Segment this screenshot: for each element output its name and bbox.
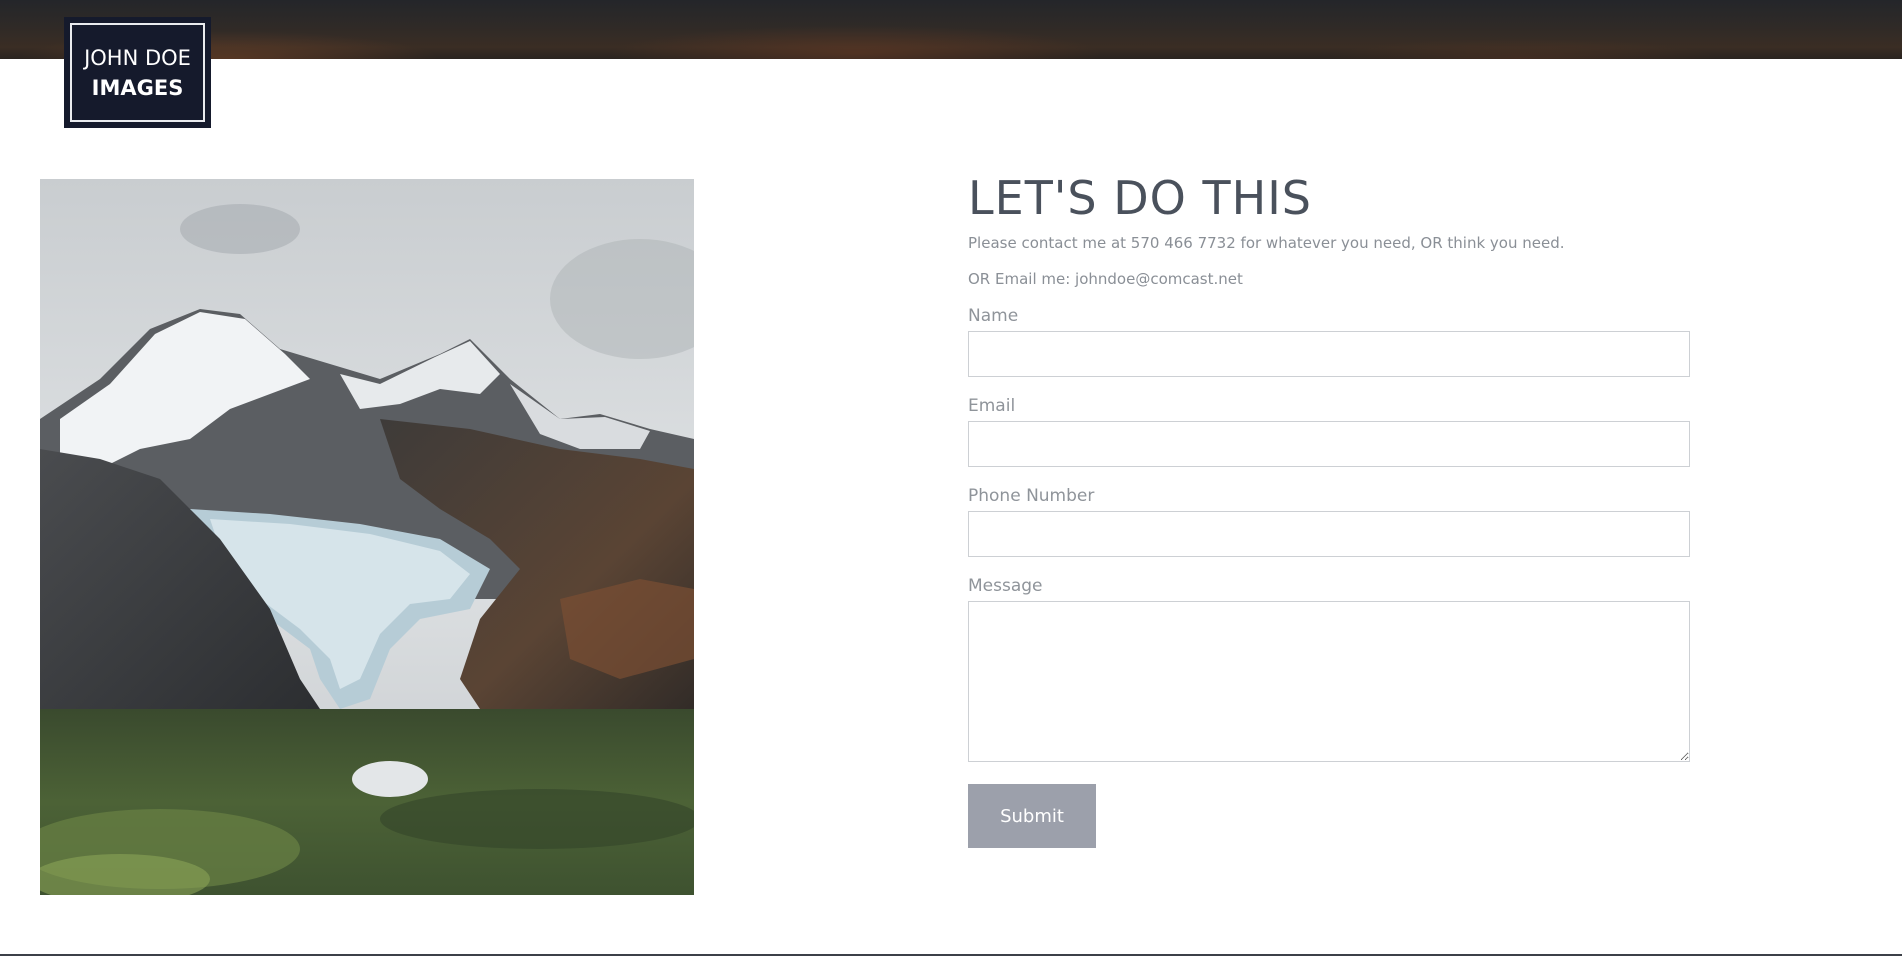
phone-field[interactable] <box>968 511 1690 557</box>
logo-text-name: JOHN DOE <box>84 45 191 70</box>
site-logo[interactable]: JOHN DOE IMAGES <box>64 17 211 128</box>
contact-email-text: OR Email me: johndoe@comcast.net <box>968 270 1243 288</box>
message-field[interactable] <box>968 601 1690 762</box>
logo-frame: JOHN DOE IMAGES <box>70 23 205 122</box>
logo-text-images: IMAGES <box>91 75 184 100</box>
message-label: Message <box>968 576 1043 596</box>
mountain-glacier-photo <box>40 179 694 895</box>
contact-section: LET'S DO THIS Please contact me at 570 4… <box>968 170 1690 848</box>
contact-phone-text: Please contact me at 570 466 7732 for wh… <box>968 234 1565 252</box>
page-title: LET'S DO THIS <box>968 171 1312 225</box>
email-label: Email <box>968 396 1016 416</box>
header-banner-image <box>0 0 1902 59</box>
phone-label: Phone Number <box>968 486 1095 506</box>
name-label: Name <box>968 306 1019 326</box>
email-field[interactable] <box>968 421 1690 467</box>
name-field[interactable] <box>968 331 1690 377</box>
submit-button[interactable]: Submit <box>968 784 1096 848</box>
